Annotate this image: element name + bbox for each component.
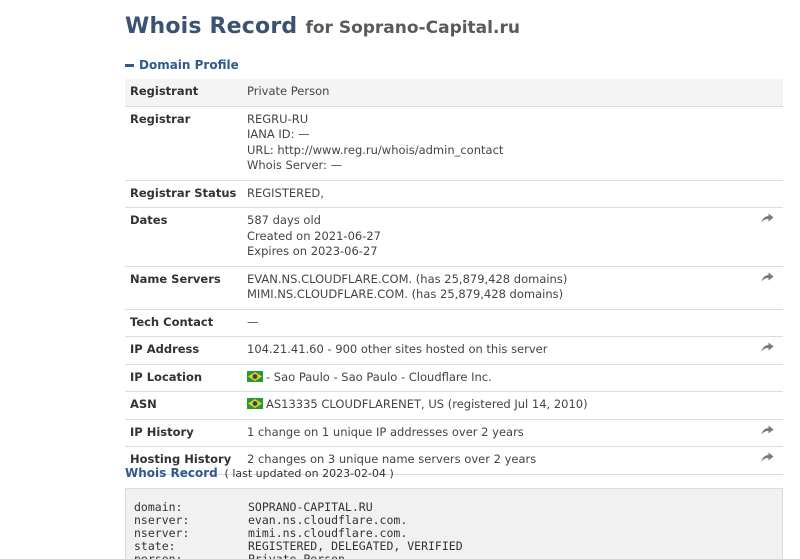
row-action: [750, 180, 783, 208]
row-label: Tech Contact: [125, 309, 242, 337]
page-title-domain: for Soprano-Capital.ru: [305, 18, 520, 38]
raw-key: person:: [134, 552, 183, 559]
row-value-text: Created on 2021-06-27: [247, 228, 381, 243]
domain-profile-table: Registrant Private Person Registrar REGRU-R…: [125, 79, 783, 475]
row-label: Registrar Status: [125, 180, 242, 208]
row-value-line: - Sao Paulo - Sao Paulo - Cloudflare Inc…: [247, 370, 746, 386]
collapse-minus-icon: [125, 63, 134, 67]
brazil-flag-icon: [247, 370, 263, 382]
row-value-text: Expires on 2023-06-27: [247, 244, 378, 258]
whois-record-header: Whois Record ( last updated on 2023-02-0…: [125, 466, 394, 480]
row-value-line: REGISTERED,: [247, 186, 746, 202]
row-label: IP Address: [125, 336, 242, 365]
brazil-flag-icon: [247, 398, 263, 409]
row-value-line: Whois Server: —: [247, 158, 746, 174]
raw-line: person: Private Person: [134, 553, 782, 559]
row-value-text: AS13335 CLOUDFLARENET, US (registered Ju…: [266, 397, 588, 411]
row-value-text: REGISTERED,: [247, 185, 324, 200]
whois-record-label: Whois Record: [125, 466, 218, 480]
row-value: Private Person: [242, 79, 750, 107]
row-value-text: 2 changes on 3 unique name servers over …: [247, 452, 537, 466]
row-value-line: Expires on 2023-06-27: [247, 244, 746, 260]
row-action: [750, 106, 783, 181]
row-action: [750, 309, 783, 337]
row-value-line: URL: http://www.reg.ru/whois/admin_conta…: [247, 143, 746, 159]
row-value-line: Private Person: [247, 84, 746, 100]
row-action: [750, 446, 783, 475]
row-value: REGRU-RU IANA ID: — URL: http://www.reg.ru…: [242, 106, 750, 181]
row-value-text: Whois Server: —: [247, 158, 343, 172]
page-title-main: Whois Record: [125, 14, 298, 39]
row-value-text: REGRU-RU: [247, 111, 309, 126]
domain-profile-label: Domain Profile: [139, 58, 239, 72]
row-value-text: MIMI.NS.CLOUDFLARE.COM. (has 25,879,428 …: [247, 287, 564, 301]
row-label: IP History: [125, 419, 242, 447]
row-label: Dates: [125, 207, 242, 267]
row-value: 1 change on 1 unique IP addresses over 2…: [242, 419, 750, 447]
row-value-line: AS13335 CLOUDFLARENET, US (registered Ju…: [247, 397, 746, 413]
row-action: [750, 336, 783, 365]
row-action: [750, 266, 783, 310]
raw-whois-text: domain: SOPRANO-CAPITAL.RU nserver: evan.ns…: [125, 488, 783, 559]
share-arrow-icon[interactable]: [761, 342, 774, 353]
row-value-text: —: [247, 314, 259, 329]
row-label: IP Location: [125, 364, 242, 392]
profile-row: IP History 1 change on 1 unique IP addres…: [125, 419, 783, 447]
row-value-text: IANA ID: —: [247, 127, 310, 141]
profile-row: ASN AS13335 CLOUDFLARENET, US (registered…: [125, 391, 783, 420]
profile-row: IP Location - Sao Paulo - Sao Paulo - Clo…: [125, 364, 783, 392]
row-value-line: IANA ID: —: [247, 127, 746, 143]
profile-row: Registrar Status REGISTERED,: [125, 180, 783, 208]
row-value-text: - Sao Paulo - Sao Paulo - Cloudflare Inc…: [266, 369, 492, 384]
row-value: REGISTERED,: [242, 180, 750, 208]
share-arrow-icon[interactable]: [761, 272, 774, 283]
row-value: AS13335 CLOUDFLARENET, US (registered Ju…: [242, 391, 750, 420]
row-value-line: 104.21.41.60 - 900 other sites hosted on…: [247, 342, 746, 358]
row-value-line: Created on 2021-06-27: [247, 229, 746, 245]
row-value: 587 days old Created on 2021-06-27 Expires…: [242, 207, 750, 267]
row-label: Registrar: [125, 106, 242, 181]
whois-record-updated: ( last updated on 2023-02-04 ): [224, 467, 394, 480]
row-value-text: Private Person: [247, 84, 330, 98]
row-action: [750, 391, 783, 420]
row-label: Name Servers: [125, 266, 242, 310]
row-label: ASN: [125, 391, 242, 420]
share-arrow-icon[interactable]: [761, 425, 774, 436]
row-action: [750, 79, 783, 107]
raw-value: Private Person: [248, 552, 345, 559]
row-value-line: —: [247, 315, 746, 331]
row-value-line: 1 change on 1 unique IP addresses over 2…: [247, 425, 746, 441]
row-value-text: 587 days old: [247, 213, 321, 227]
row-value-text: 104.21.41.60 - 900 other sites hosted on…: [247, 342, 548, 356]
row-label: Registrant: [125, 79, 242, 107]
row-value: 104.21.41.60 - 900 other sites hosted on…: [242, 336, 750, 365]
profile-row: Name Servers EVAN.NS.CLOUDFLARE.COM. (has…: [125, 266, 783, 310]
profile-row: Registrar REGRU-RU IANA ID: — URL: http://w…: [125, 106, 783, 181]
row-value-line: EVAN.NS.CLOUDFLARE.COM. (has 25,879,428 …: [247, 272, 746, 288]
raw-line: nserver: evan.ns.cloudflare.com.: [134, 514, 782, 527]
raw-line: state: REGISTERED, DELEGATED, VERIFIED: [134, 540, 782, 553]
row-value: —: [242, 309, 750, 337]
share-arrow-icon[interactable]: [761, 452, 774, 463]
profile-row: IP Address 104.21.41.60 - 900 other sites…: [125, 336, 783, 365]
row-action: [750, 364, 783, 392]
row-action: [750, 419, 783, 447]
row-value-text: EVAN.NS.CLOUDFLARE.COM. (has 25,879,428 …: [247, 271, 568, 286]
row-action: [750, 207, 783, 267]
row-value-text: 1 change on 1 unique IP addresses over 2…: [247, 424, 524, 439]
raw-line: domain: SOPRANO-CAPITAL.RU: [134, 501, 782, 514]
row-value-line: REGRU-RU: [247, 112, 746, 128]
row-value-line: MIMI.NS.CLOUDFLARE.COM. (has 25,879,428 …: [247, 287, 746, 303]
profile-row: Registrant Private Person: [125, 79, 783, 107]
row-value-text: URL: http://www.reg.ru/whois/admin_conta…: [247, 142, 504, 157]
share-arrow-icon[interactable]: [761, 213, 774, 224]
page-title: Whois Record for Soprano-Capital.ru: [125, 14, 520, 39]
domain-profile-toggle[interactable]: Domain Profile: [125, 58, 239, 72]
profile-row: Tech Contact —: [125, 309, 783, 337]
profile-row: Dates 587 days old Created on 2021-06-27 Ex…: [125, 207, 783, 267]
row-value-line: 587 days old: [247, 213, 746, 229]
row-value: - Sao Paulo - Sao Paulo - Cloudflare Inc…: [242, 364, 750, 392]
row-value: EVAN.NS.CLOUDFLARE.COM. (has 25,879,428 …: [242, 266, 750, 310]
